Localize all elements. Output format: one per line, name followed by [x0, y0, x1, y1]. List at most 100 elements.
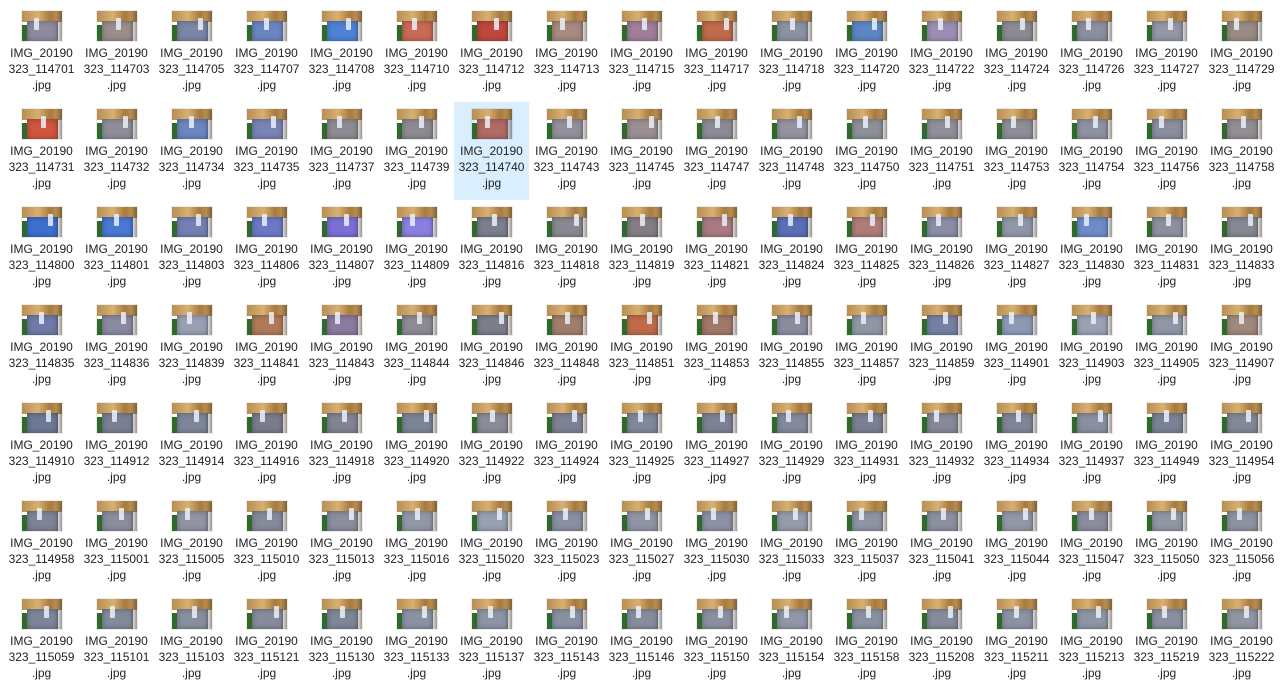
- photo-thumbnail[interactable]: [546, 305, 587, 335]
- photo-thumbnail[interactable]: [246, 305, 287, 335]
- photo-thumbnail[interactable]: [546, 403, 587, 433]
- file-item[interactable]: IMG_20190 323_115047 .jpg: [1054, 494, 1129, 592]
- file-item[interactable]: IMG_20190 323_114925 .jpg: [604, 396, 679, 494]
- photo-thumbnail[interactable]: [696, 109, 737, 139]
- file-item[interactable]: IMG_20190 323_114806 .jpg: [229, 200, 304, 298]
- photo-thumbnail[interactable]: [1071, 501, 1112, 531]
- file-item[interactable]: IMG_20190 323_115001 .jpg: [79, 494, 154, 592]
- file-item[interactable]: IMG_20190 323_114722 .jpg: [904, 4, 979, 102]
- photo-thumbnail[interactable]: [396, 207, 437, 237]
- file-item[interactable]: IMG_20190 323_114710 .jpg: [379, 4, 454, 102]
- file-item[interactable]: IMG_20190 323_115222 .jpg: [1204, 592, 1279, 690]
- photo-thumbnail[interactable]: [246, 599, 287, 629]
- photo-thumbnail[interactable]: [171, 501, 212, 531]
- file-item[interactable]: IMG_20190 323_114833 .jpg: [1204, 200, 1279, 298]
- photo-thumbnail[interactable]: [621, 305, 662, 335]
- file-item[interactable]: IMG_20190 323_115208 .jpg: [904, 592, 979, 690]
- photo-thumbnail[interactable]: [21, 403, 62, 433]
- photo-thumbnail[interactable]: [21, 207, 62, 237]
- file-item[interactable]: IMG_20190 323_114809 .jpg: [379, 200, 454, 298]
- photo-thumbnail[interactable]: [546, 11, 587, 41]
- file-item[interactable]: IMG_20190 323_115010 .jpg: [229, 494, 304, 592]
- photo-thumbnail[interactable]: [96, 599, 137, 629]
- file-item[interactable]: IMG_20190 323_115146 .jpg: [604, 592, 679, 690]
- photo-thumbnail[interactable]: [846, 109, 887, 139]
- photo-thumbnail[interactable]: [621, 403, 662, 433]
- photo-thumbnail[interactable]: [1221, 11, 1262, 41]
- file-item[interactable]: IMG_20190 323_114713 .jpg: [529, 4, 604, 102]
- photo-thumbnail[interactable]: [21, 11, 62, 41]
- file-item[interactable]: IMG_20190 323_114737 .jpg: [304, 102, 379, 200]
- file-item[interactable]: IMG_20190 323_114819 .jpg: [604, 200, 679, 298]
- photo-thumbnail[interactable]: [996, 305, 1037, 335]
- file-item[interactable]: IMG_20190 323_114720 .jpg: [829, 4, 904, 102]
- photo-thumbnail[interactable]: [321, 305, 362, 335]
- photo-thumbnail[interactable]: [96, 305, 137, 335]
- photo-thumbnail[interactable]: [1071, 305, 1112, 335]
- file-item[interactable]: IMG_20190 323_115158 .jpg: [829, 592, 904, 690]
- photo-thumbnail[interactable]: [846, 305, 887, 335]
- photo-thumbnail[interactable]: [471, 501, 512, 531]
- file-item[interactable]: IMG_20190 323_114703 .jpg: [79, 4, 154, 102]
- photo-thumbnail[interactable]: [96, 501, 137, 531]
- photo-thumbnail[interactable]: [621, 109, 662, 139]
- photo-thumbnail[interactable]: [396, 305, 437, 335]
- file-item[interactable]: IMG_20190 323_114831 .jpg: [1129, 200, 1204, 298]
- file-item[interactable]: IMG_20190 323_114807 .jpg: [304, 200, 379, 298]
- photo-thumbnail[interactable]: [396, 403, 437, 433]
- photo-thumbnail[interactable]: [96, 11, 137, 41]
- photo-thumbnail[interactable]: [321, 599, 362, 629]
- file-item[interactable]: IMG_20190 323_115154 .jpg: [754, 592, 829, 690]
- photo-thumbnail[interactable]: [1221, 501, 1262, 531]
- file-item[interactable]: IMG_20190 323_115016 .jpg: [379, 494, 454, 592]
- file-item[interactable]: IMG_20190 323_115005 .jpg: [154, 494, 229, 592]
- file-item[interactable]: IMG_20190 323_115213 .jpg: [1054, 592, 1129, 690]
- photo-thumbnail[interactable]: [21, 109, 62, 139]
- file-item[interactable]: IMG_20190 323_114735 .jpg: [229, 102, 304, 200]
- photo-thumbnail[interactable]: [1221, 109, 1262, 139]
- photo-thumbnail[interactable]: [1071, 403, 1112, 433]
- file-item[interactable]: IMG_20190 323_115030 .jpg: [679, 494, 754, 592]
- photo-thumbnail[interactable]: [771, 109, 812, 139]
- photo-thumbnail[interactable]: [396, 501, 437, 531]
- file-item[interactable]: IMG_20190 323_114747 .jpg: [679, 102, 754, 200]
- photo-thumbnail[interactable]: [996, 11, 1037, 41]
- file-item[interactable]: IMG_20190 323_114922 .jpg: [454, 396, 529, 494]
- file-item[interactable]: IMG_20190 323_114830 .jpg: [1054, 200, 1129, 298]
- photo-thumbnail[interactable]: [846, 207, 887, 237]
- file-item[interactable]: IMG_20190 323_115219 .jpg: [1129, 592, 1204, 690]
- photo-thumbnail[interactable]: [171, 11, 212, 41]
- file-item[interactable]: IMG_20190 323_114918 .jpg: [304, 396, 379, 494]
- file-item[interactable]: IMG_20190 323_115041 .jpg: [904, 494, 979, 592]
- file-item[interactable]: IMG_20190 323_114708 .jpg: [304, 4, 379, 102]
- photo-thumbnail[interactable]: [771, 403, 812, 433]
- file-item[interactable]: IMG_20190 323_114903 .jpg: [1054, 298, 1129, 396]
- file-item[interactable]: IMG_20190 323_114905 .jpg: [1129, 298, 1204, 396]
- photo-thumbnail[interactable]: [471, 11, 512, 41]
- file-item[interactable]: IMG_20190 323_114846 .jpg: [454, 298, 529, 396]
- photo-thumbnail[interactable]: [246, 11, 287, 41]
- file-item[interactable]: IMG_20190 323_114924 .jpg: [529, 396, 604, 494]
- photo-thumbnail[interactable]: [1146, 501, 1187, 531]
- file-item[interactable]: IMG_20190 323_114824 .jpg: [754, 200, 829, 298]
- photo-thumbnail[interactable]: [246, 501, 287, 531]
- file-item[interactable]: IMG_20190 323_115133 .jpg: [379, 592, 454, 690]
- photo-thumbnail[interactable]: [471, 403, 512, 433]
- file-item[interactable]: IMG_20190 323_115020 .jpg: [454, 494, 529, 592]
- file-item[interactable]: IMG_20190 323_114758 .jpg: [1204, 102, 1279, 200]
- file-item[interactable]: IMG_20190 323_114818 .jpg: [529, 200, 604, 298]
- photo-thumbnail[interactable]: [696, 501, 737, 531]
- file-item[interactable]: IMG_20190 323_115143 .jpg: [529, 592, 604, 690]
- file-item[interactable]: IMG_20190 323_114857 .jpg: [829, 298, 904, 396]
- photo-thumbnail[interactable]: [546, 501, 587, 531]
- file-item-selected[interactable]: IMG_20190 323_114740 .jpg: [454, 102, 529, 200]
- file-item[interactable]: IMG_20190 323_114844 .jpg: [379, 298, 454, 396]
- file-item[interactable]: IMG_20190 323_114732 .jpg: [79, 102, 154, 200]
- photo-thumbnail[interactable]: [396, 599, 437, 629]
- photo-thumbnail[interactable]: [846, 11, 887, 41]
- photo-thumbnail[interactable]: [246, 207, 287, 237]
- photo-thumbnail[interactable]: [171, 305, 212, 335]
- photo-thumbnail[interactable]: [771, 599, 812, 629]
- photo-thumbnail[interactable]: [1221, 599, 1262, 629]
- file-item[interactable]: IMG_20190 323_115027 .jpg: [604, 494, 679, 592]
